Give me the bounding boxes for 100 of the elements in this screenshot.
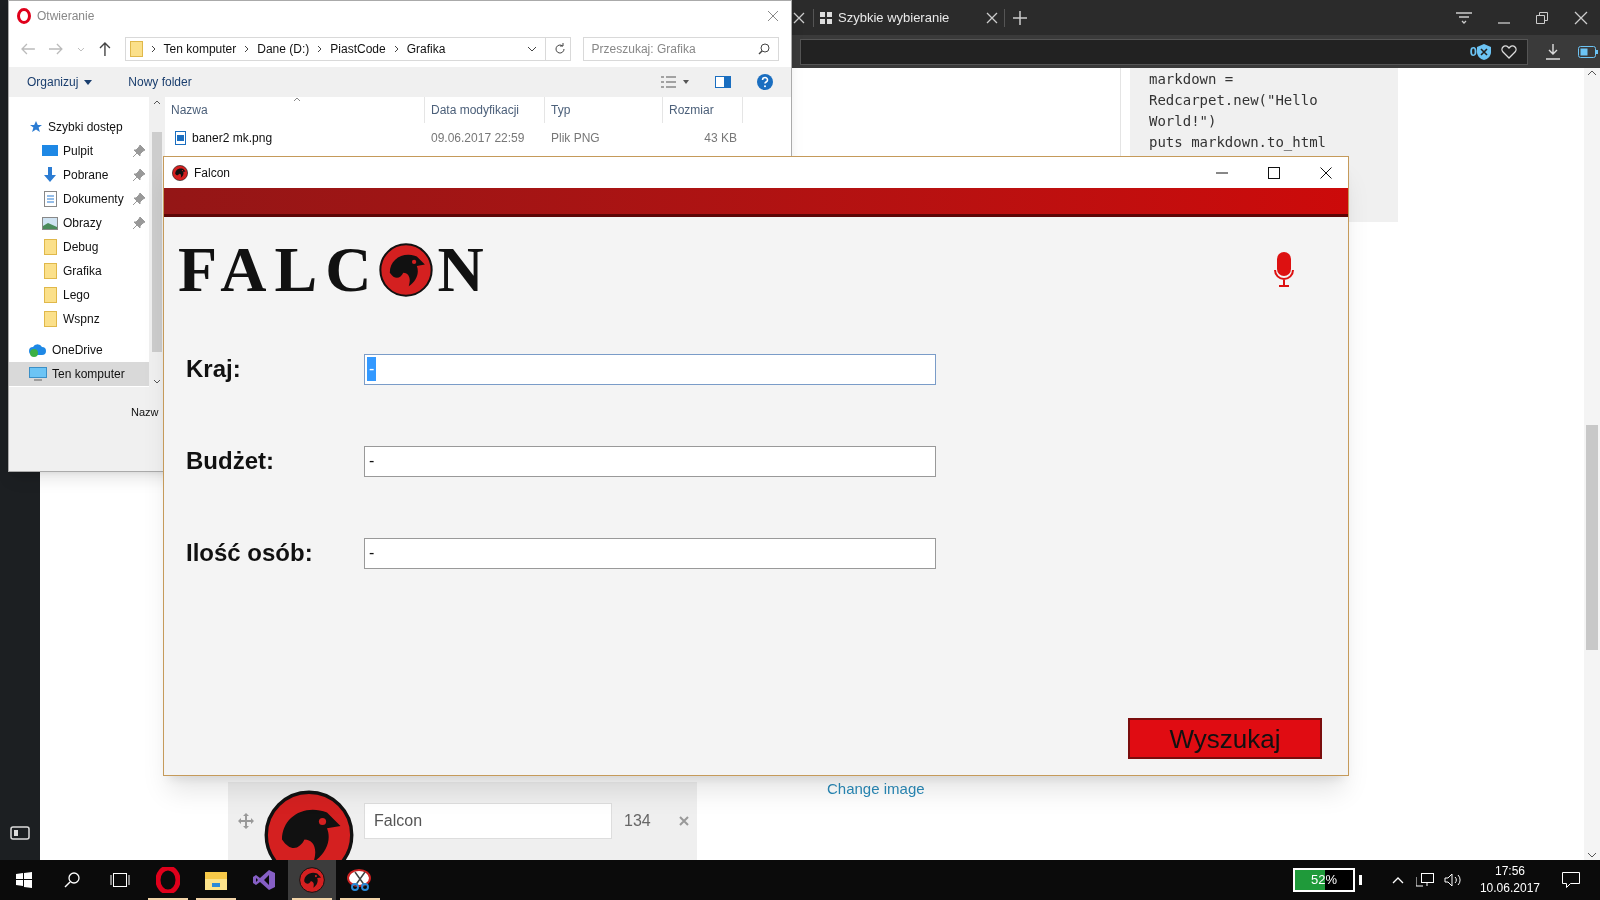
nav-item[interactable]: OneDrive bbox=[9, 338, 149, 362]
microphone-icon[interactable] bbox=[1274, 252, 1294, 288]
caret-icon bbox=[84, 79, 93, 85]
clock-date[interactable]: 10.06.2017 bbox=[1479, 880, 1540, 897]
close-icon[interactable] bbox=[1320, 166, 1332, 179]
volume-icon[interactable] bbox=[1443, 873, 1462, 887]
blocked-ads-count: 0 bbox=[1469, 42, 1477, 61]
nav-item[interactable]: Dokumenty bbox=[9, 187, 149, 211]
change-image-link[interactable]: Change image bbox=[827, 778, 925, 801]
maximize-icon[interactable] bbox=[1268, 166, 1280, 179]
scissors-icon bbox=[347, 868, 373, 892]
name-field[interactable]: Falcon bbox=[364, 803, 612, 839]
taskbar-app-button[interactable] bbox=[288, 860, 336, 900]
image-file-icon bbox=[175, 131, 186, 145]
nav-item[interactable]: Pobrane bbox=[9, 163, 149, 187]
scroll-up-icon[interactable] bbox=[1587, 70, 1597, 76]
column-header[interactable]: Data modyfikacji bbox=[425, 97, 545, 123]
nav-item[interactable]: Szybki dostęp bbox=[9, 115, 149, 139]
folder-icon bbox=[129, 41, 143, 57]
new-folder-button[interactable]: Nowy folder bbox=[128, 73, 192, 91]
table-cell-text: 43 KB bbox=[703, 130, 738, 147]
view-list-icon[interactable] bbox=[661, 76, 689, 88]
breadcrumb-item[interactable]: Ten komputer bbox=[163, 40, 237, 58]
new-tab-icon[interactable] bbox=[1013, 10, 1027, 25]
pin-icon[interactable] bbox=[133, 193, 145, 205]
nav-item[interactable]: Wspnz bbox=[9, 307, 149, 331]
pictures-icon bbox=[42, 216, 58, 230]
grid-icon bbox=[820, 11, 832, 24]
pin-icon[interactable] bbox=[133, 169, 145, 181]
breadcrumb-item[interactable]: PiastCode bbox=[330, 40, 386, 58]
nav-item[interactable]: Ten komputer bbox=[9, 362, 149, 386]
refresh-icon[interactable] bbox=[553, 43, 566, 55]
search-button[interactable]: Wyszukaj bbox=[1128, 718, 1322, 759]
folder-icon bbox=[43, 263, 57, 279]
code-line: World!") bbox=[1149, 112, 1218, 131]
task-view-icon bbox=[110, 873, 130, 887]
nav-item[interactable]: Grafika bbox=[9, 259, 149, 283]
download-icon[interactable] bbox=[1546, 43, 1560, 60]
restore-icon[interactable] bbox=[1536, 11, 1548, 24]
search-icon bbox=[64, 872, 80, 888]
address-bar[interactable]: 0 bbox=[800, 38, 1528, 65]
nav-item[interactable]: Obrazy bbox=[9, 211, 149, 235]
input-field[interactable]: - bbox=[364, 445, 936, 477]
window-title: Otwieranie bbox=[37, 8, 95, 25]
path-bar[interactable]: Ten komputer Dane (D:) PiastCode Grafika bbox=[124, 37, 571, 61]
code-line: puts markdown.to_html bbox=[1149, 133, 1327, 153]
opera-icon bbox=[156, 867, 180, 893]
menu-icon[interactable] bbox=[1456, 11, 1472, 24]
field-label: Budżet: bbox=[186, 446, 275, 476]
nav-item[interactable]: Lego bbox=[9, 283, 149, 307]
falcon-emblem-icon bbox=[299, 867, 325, 893]
computer-icon bbox=[29, 367, 47, 381]
folder-icon bbox=[204, 869, 228, 891]
sidebar-toggle-icon[interactable] bbox=[10, 826, 30, 840]
tab-label: Szybkie wybieranie bbox=[838, 8, 951, 27]
folder-icon bbox=[43, 287, 57, 303]
breadcrumb-item[interactable]: Grafika bbox=[406, 40, 446, 58]
falcon-emblem-icon bbox=[379, 243, 434, 297]
battery-icon[interactable] bbox=[1578, 45, 1598, 58]
heart-icon[interactable] bbox=[1501, 44, 1517, 59]
column-header[interactable]: Nazwa bbox=[165, 97, 425, 123]
shield-icon[interactable] bbox=[1477, 43, 1491, 60]
column-header[interactable]: Typ bbox=[545, 97, 663, 123]
chevron-up-icon[interactable] bbox=[1391, 876, 1404, 884]
preview-pane-icon[interactable] bbox=[715, 76, 731, 88]
column-header[interactable]: Rozmiar bbox=[663, 97, 743, 123]
pin-icon[interactable] bbox=[133, 145, 145, 157]
falcon-emblem-icon bbox=[172, 164, 188, 181]
network-icon[interactable] bbox=[1415, 873, 1434, 887]
help-icon[interactable] bbox=[757, 74, 773, 90]
table-cell-text: Plik PNG bbox=[550, 130, 601, 147]
window-title: Falcon bbox=[194, 164, 231, 182]
scroll-up-icon[interactable] bbox=[153, 100, 161, 105]
scroll-down-icon[interactable] bbox=[1587, 852, 1597, 858]
opera-icon bbox=[17, 8, 31, 24]
organize-menu[interactable]: Organizuj bbox=[27, 73, 93, 91]
infinity-icon bbox=[252, 868, 276, 892]
usage-count: 134 bbox=[624, 811, 651, 831]
search-icon[interactable] bbox=[758, 43, 770, 55]
nav-item[interactable]: Debug bbox=[9, 235, 149, 259]
input-field[interactable]: - bbox=[364, 537, 936, 569]
document-icon bbox=[43, 191, 57, 207]
pin-icon[interactable] bbox=[133, 217, 145, 229]
up-icon[interactable] bbox=[98, 42, 111, 56]
nav-item[interactable]: Pulpit bbox=[9, 139, 149, 163]
star-icon bbox=[29, 120, 43, 134]
scrollbar-thumb[interactable] bbox=[1586, 425, 1598, 650]
sort-caret-icon bbox=[293, 97, 301, 102]
chevron-icon bbox=[317, 45, 323, 53]
field-label: Ilość osób: bbox=[186, 538, 314, 568]
falcon-logo: FALC N bbox=[178, 235, 492, 305]
search-field[interactable]: Przeszukaj: Grafika bbox=[582, 37, 779, 61]
notification-icon[interactable] bbox=[1562, 872, 1580, 888]
clock-time[interactable]: 17:56 bbox=[1494, 863, 1525, 880]
scroll-down-icon[interactable] bbox=[153, 379, 161, 384]
table-cell-text: 09.06.2017 22:59 bbox=[430, 130, 526, 147]
dropdown-caret-icon[interactable] bbox=[526, 46, 537, 52]
download-icon bbox=[42, 167, 58, 183]
breadcrumb-item[interactable]: Dane (D:) bbox=[257, 40, 310, 58]
chevron-icon bbox=[244, 45, 250, 53]
